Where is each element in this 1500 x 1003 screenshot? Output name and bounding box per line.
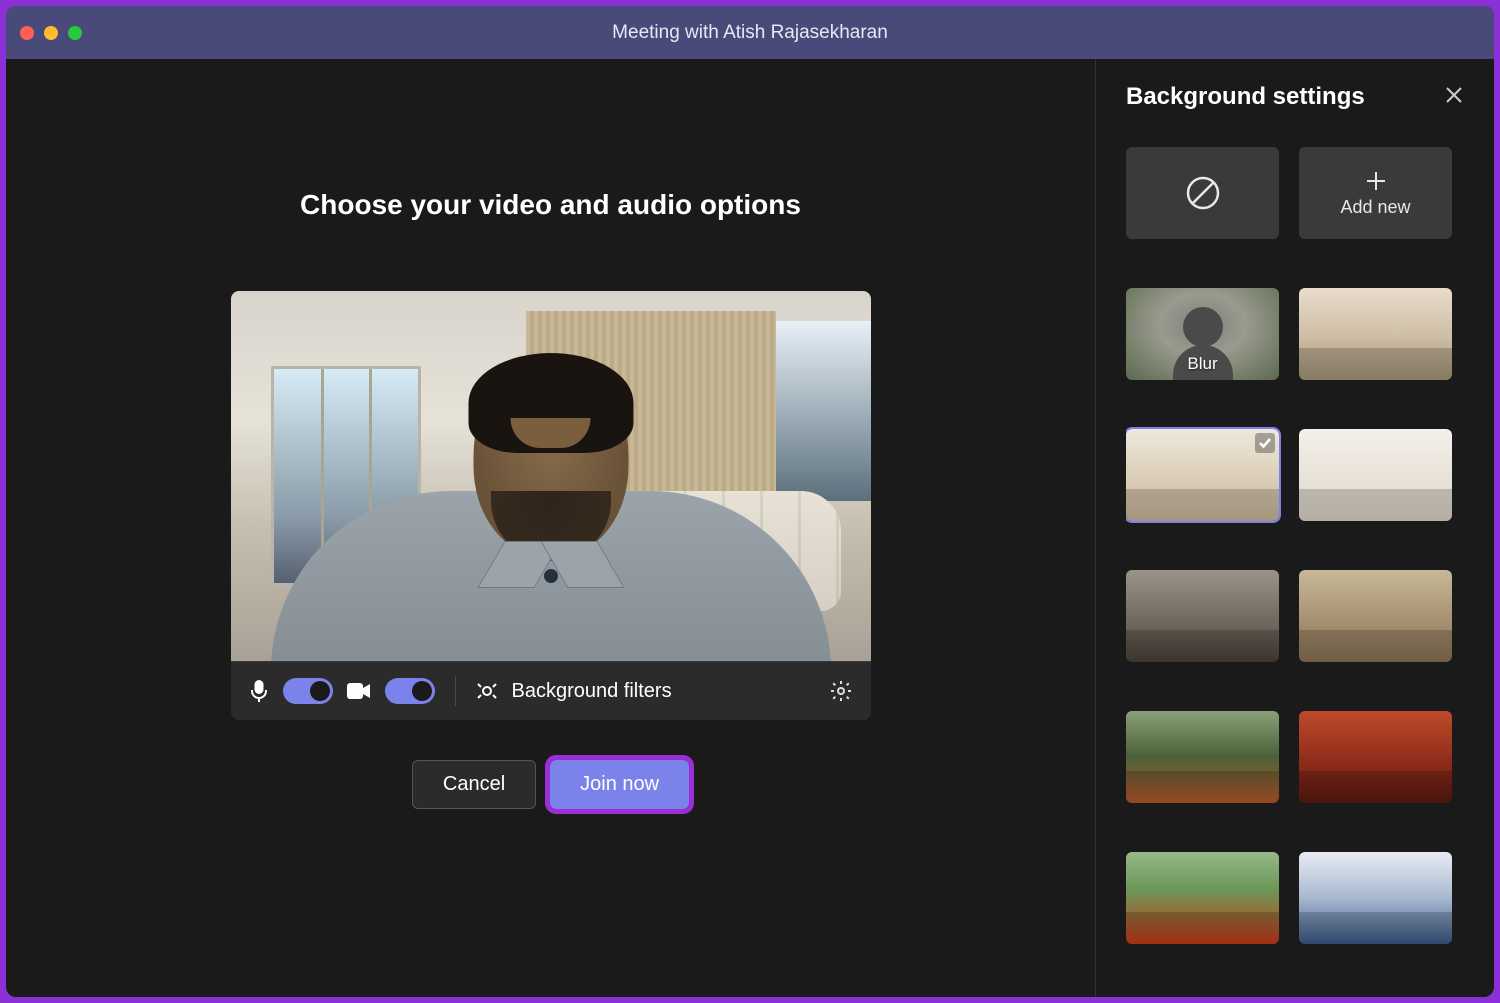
- background-option-room-5[interactable]: [1299, 570, 1452, 662]
- av-controls-bar: Background filters: [231, 661, 871, 720]
- background-option-add-new[interactable]: Add new: [1299, 147, 1452, 239]
- settings-button[interactable]: [829, 679, 853, 703]
- video-preview-card: Background filters: [231, 291, 871, 720]
- filters-icon: [476, 681, 498, 701]
- window-minimize-button[interactable]: [44, 26, 58, 40]
- main-area: Choose your video and audio options: [6, 59, 1096, 997]
- window-controls: [20, 26, 82, 40]
- page-title: Choose your video and audio options: [300, 189, 801, 221]
- close-icon: [1444, 85, 1464, 105]
- app-window: Meeting with Atish Rajasekharan Choose y…: [6, 6, 1494, 997]
- close-panel-button[interactable]: [1444, 85, 1464, 110]
- background-option-room-2[interactable]: [1126, 429, 1279, 521]
- titlebar: Meeting with Atish Rajasekharan: [6, 6, 1494, 59]
- background-option-none[interactable]: [1126, 147, 1279, 239]
- panel-header: Background settings: [1126, 83, 1464, 111]
- background-settings-panel: Background settings Add n: [1096, 59, 1494, 997]
- join-now-button[interactable]: Join now: [550, 760, 689, 809]
- background-grid[interactable]: Add new Blur: [1126, 147, 1464, 973]
- video-toggle[interactable]: [385, 678, 435, 704]
- mic-toggle[interactable]: [283, 678, 333, 704]
- gear-icon: [829, 679, 853, 703]
- video-preview: [231, 291, 871, 661]
- background-option-blur[interactable]: Blur: [1126, 288, 1279, 380]
- mic-icon: [249, 680, 269, 702]
- background-option-room-1[interactable]: [1299, 288, 1452, 380]
- window-maximize-button[interactable]: [68, 26, 82, 40]
- background-filters-button[interactable]: Background filters: [512, 680, 815, 703]
- check-icon: [1255, 433, 1275, 453]
- background-option-room-4[interactable]: [1126, 570, 1279, 662]
- background-option-room-6[interactable]: [1126, 711, 1279, 803]
- none-icon: [1184, 174, 1222, 212]
- panel-title: Background settings: [1126, 83, 1365, 111]
- add-new-label: Add new: [1340, 197, 1410, 218]
- background-option-room-9[interactable]: [1299, 852, 1452, 944]
- window-title: Meeting with Atish Rajasekharan: [612, 22, 888, 44]
- blur-label: Blur: [1187, 354, 1217, 374]
- preview-person: [281, 351, 821, 661]
- background-option-room-8[interactable]: [1126, 852, 1279, 944]
- background-option-room-3[interactable]: [1299, 429, 1452, 521]
- content: Choose your video and audio options: [6, 59, 1494, 997]
- action-row: Cancel Join now: [412, 760, 689, 809]
- avatar-icon: [1183, 307, 1223, 347]
- background-option-room-7[interactable]: [1299, 711, 1452, 803]
- window-close-button[interactable]: [20, 26, 34, 40]
- plus-icon: [1364, 169, 1388, 193]
- video-icon: [347, 682, 371, 700]
- cancel-button[interactable]: Cancel: [412, 760, 536, 809]
- separator: [455, 676, 456, 706]
